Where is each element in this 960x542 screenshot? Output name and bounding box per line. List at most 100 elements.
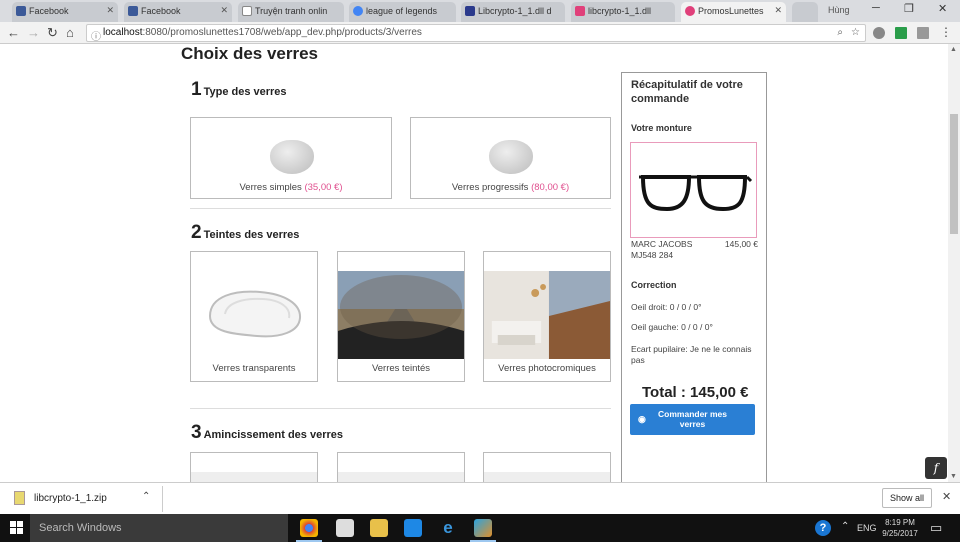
clock[interactable]: 8:19 PM 9/25/2017 — [880, 517, 920, 539]
section-number: 3 — [191, 422, 202, 443]
scroll-down-icon[interactable]: ▼ — [950, 473, 957, 480]
thinning-option[interactable] — [190, 452, 318, 482]
page-title: Choix des verres — [181, 44, 319, 63]
option-name: Verres photocromiques — [498, 363, 596, 374]
progressive-lens-icon — [489, 140, 533, 174]
help-icon[interactable]: ? — [815, 520, 831, 536]
extension-icon[interactable] — [873, 27, 885, 39]
section-label: Amincissement des verres — [203, 429, 343, 441]
edge-icon[interactable]: e — [439, 519, 457, 537]
store-icon[interactable] — [336, 519, 354, 537]
option-name: Verres teintés — [371, 363, 431, 374]
close-tab-icon[interactable]: ✕ — [106, 5, 114, 16]
close-tab-icon[interactable]: ✕ — [774, 5, 782, 16]
close-window-icon[interactable]: ✕ — [938, 2, 947, 15]
dropbox-icon[interactable] — [404, 519, 422, 537]
tab-libcrypto-1[interactable]: Libcrypto-1_1.dll d — [461, 2, 565, 22]
thinning-option[interactable] — [337, 452, 465, 482]
section-number: 1 — [191, 79, 202, 100]
single-vision-lens-icon — [270, 140, 314, 174]
thinning-option[interactable] — [483, 452, 611, 482]
tab-label: league of legends — [366, 6, 438, 16]
tab-libcrypto-2[interactable]: libcrypto-1_1.dll — [571, 2, 675, 22]
tab-label: Facebook — [141, 6, 181, 16]
windows-search-box[interactable]: Search Windows — [30, 514, 288, 542]
info-icon: ⓘ — [91, 32, 101, 43]
forward-icon[interactable]: → — [27, 25, 40, 40]
zoom-search-icon[interactable]: ⌕ — [837, 27, 843, 38]
order-button-label: Commander mes verres — [658, 409, 727, 429]
page-scrollbar[interactable]: ▲ ▼ — [948, 44, 960, 482]
frame-heading: Votre monture — [631, 123, 692, 133]
close-tab-icon[interactable]: ✕ — [220, 5, 228, 16]
scroll-up-icon[interactable]: ▲ — [950, 46, 957, 53]
clock-date: 9/25/2017 — [882, 529, 918, 538]
frame-image — [630, 142, 757, 238]
dll-site-icon — [575, 6, 585, 16]
download-filename: libcrypto-1_1.zip — [34, 493, 107, 504]
lens-option-simple[interactable]: Verres simples (35,00 €) — [190, 117, 392, 199]
bookmark-star-icon[interactable]: ☆ — [851, 27, 860, 38]
option-price: (80,00 €) — [531, 182, 570, 193]
windows-taskbar: Search Windows e ? ⌃ ENG 8:19 PM 9/25/20… — [0, 514, 960, 542]
facebook-icon — [16, 6, 26, 16]
downloads-bar: libcrypto-1_1.zip ⌃ Show all ✕ — [0, 482, 960, 514]
section-heading-tints: 2 Teintes des verres — [191, 222, 299, 244]
profile-name[interactable]: Hùng — [828, 5, 850, 15]
left-eye-correction: Oeil gauche: 0 / 0 / 0° — [631, 322, 713, 332]
tint-option-transparent[interactable]: Verres transparents — [190, 251, 318, 382]
photochromic-room-image — [484, 271, 610, 359]
summary-title: Récapitulatif de votre commande — [631, 79, 743, 105]
order-lenses-button[interactable]: ◉ Commander mes verres — [630, 404, 755, 435]
ide-icon[interactable] — [474, 519, 492, 537]
tab-facebook-2[interactable]: Facebook ✕ — [124, 2, 232, 22]
close-icon[interactable]: ✕ — [942, 490, 951, 503]
back-icon[interactable]: ← — [7, 25, 20, 40]
reload-icon[interactable]: ↻ — [47, 25, 58, 40]
tab-label: libcrypto-1_1.dll — [588, 6, 652, 16]
chrome-menu-icon[interactable]: ⋮ — [940, 25, 952, 40]
windows-start-icon[interactable] — [10, 521, 24, 535]
option-name: Verres simples — [239, 182, 302, 193]
language-indicator[interactable]: ENG — [857, 523, 877, 533]
option-name: Verres progressifs — [451, 182, 529, 193]
option-name: Verres transparents — [212, 363, 296, 374]
download-item[interactable]: libcrypto-1_1.zip ⌃ — [14, 490, 154, 508]
home-icon[interactable]: ⌂ — [66, 25, 74, 40]
notification-icon[interactable]: ▭ — [930, 520, 942, 536]
tab-google-search[interactable]: league of legends — [349, 2, 456, 22]
section-heading-thinning: 3 Amincissement des verres — [191, 422, 343, 444]
pupil-distance: Ecart pupilaire: Je ne le connais pas — [631, 344, 752, 365]
tab-label: Facebook — [29, 6, 69, 16]
tint-option-tinted[interactable]: Verres teintés — [337, 251, 465, 382]
address-bar[interactable]: ⓘ localhost:8080/promoslunettes1708/web/… — [86, 24, 866, 43]
tab-promoslunettes[interactable]: PromosLunettes ✕ — [681, 2, 786, 22]
chevron-up-icon[interactable]: ⌃ — [142, 491, 150, 502]
lens-option-progressive[interactable]: Verres progressifs (80,00 €) — [410, 117, 611, 199]
section-label: Teintes des verres — [203, 229, 300, 241]
url-path: :8080/promoslunettes1708/web/app_dev.php… — [142, 27, 422, 38]
correction-heading: Correction — [631, 280, 677, 290]
new-tab-button[interactable] — [792, 2, 818, 22]
show-all-button[interactable]: Show all — [882, 488, 932, 508]
minimize-icon[interactable]: ─ — [872, 2, 880, 14]
file-explorer-icon[interactable] — [370, 519, 388, 537]
clear-lens-image — [208, 290, 302, 338]
tint-option-photochromic[interactable]: Verres photocromiques — [483, 251, 611, 382]
divider — [190, 208, 611, 209]
glasses-image — [639, 175, 753, 212]
symfony-toolbar-icon[interactable]: f — [925, 457, 947, 479]
tab-truyen[interactable]: Truyện tranh onlin — [238, 2, 344, 22]
google-drive-icon[interactable] — [895, 27, 907, 39]
browser-toolbar: ← → ↻ ⌂ ⓘ localhost:8080/promoslunettes1… — [0, 22, 960, 44]
maximize-icon[interactable]: ❐ — [904, 2, 914, 15]
chevron-up-icon[interactable]: ⌃ — [841, 521, 849, 532]
tab-label: PromosLunettes — [698, 6, 764, 16]
tab-facebook-1[interactable]: Facebook ✕ — [12, 2, 118, 22]
extension-icon[interactable] — [917, 27, 929, 39]
chrome-taskbar-icon[interactable] — [300, 519, 318, 537]
eye-icon: ◉ — [638, 414, 646, 424]
scrollbar-thumb[interactable] — [950, 114, 958, 234]
section-heading-type: 1 Type des verres — [191, 79, 287, 101]
clock-time: 8:19 PM — [885, 518, 915, 527]
